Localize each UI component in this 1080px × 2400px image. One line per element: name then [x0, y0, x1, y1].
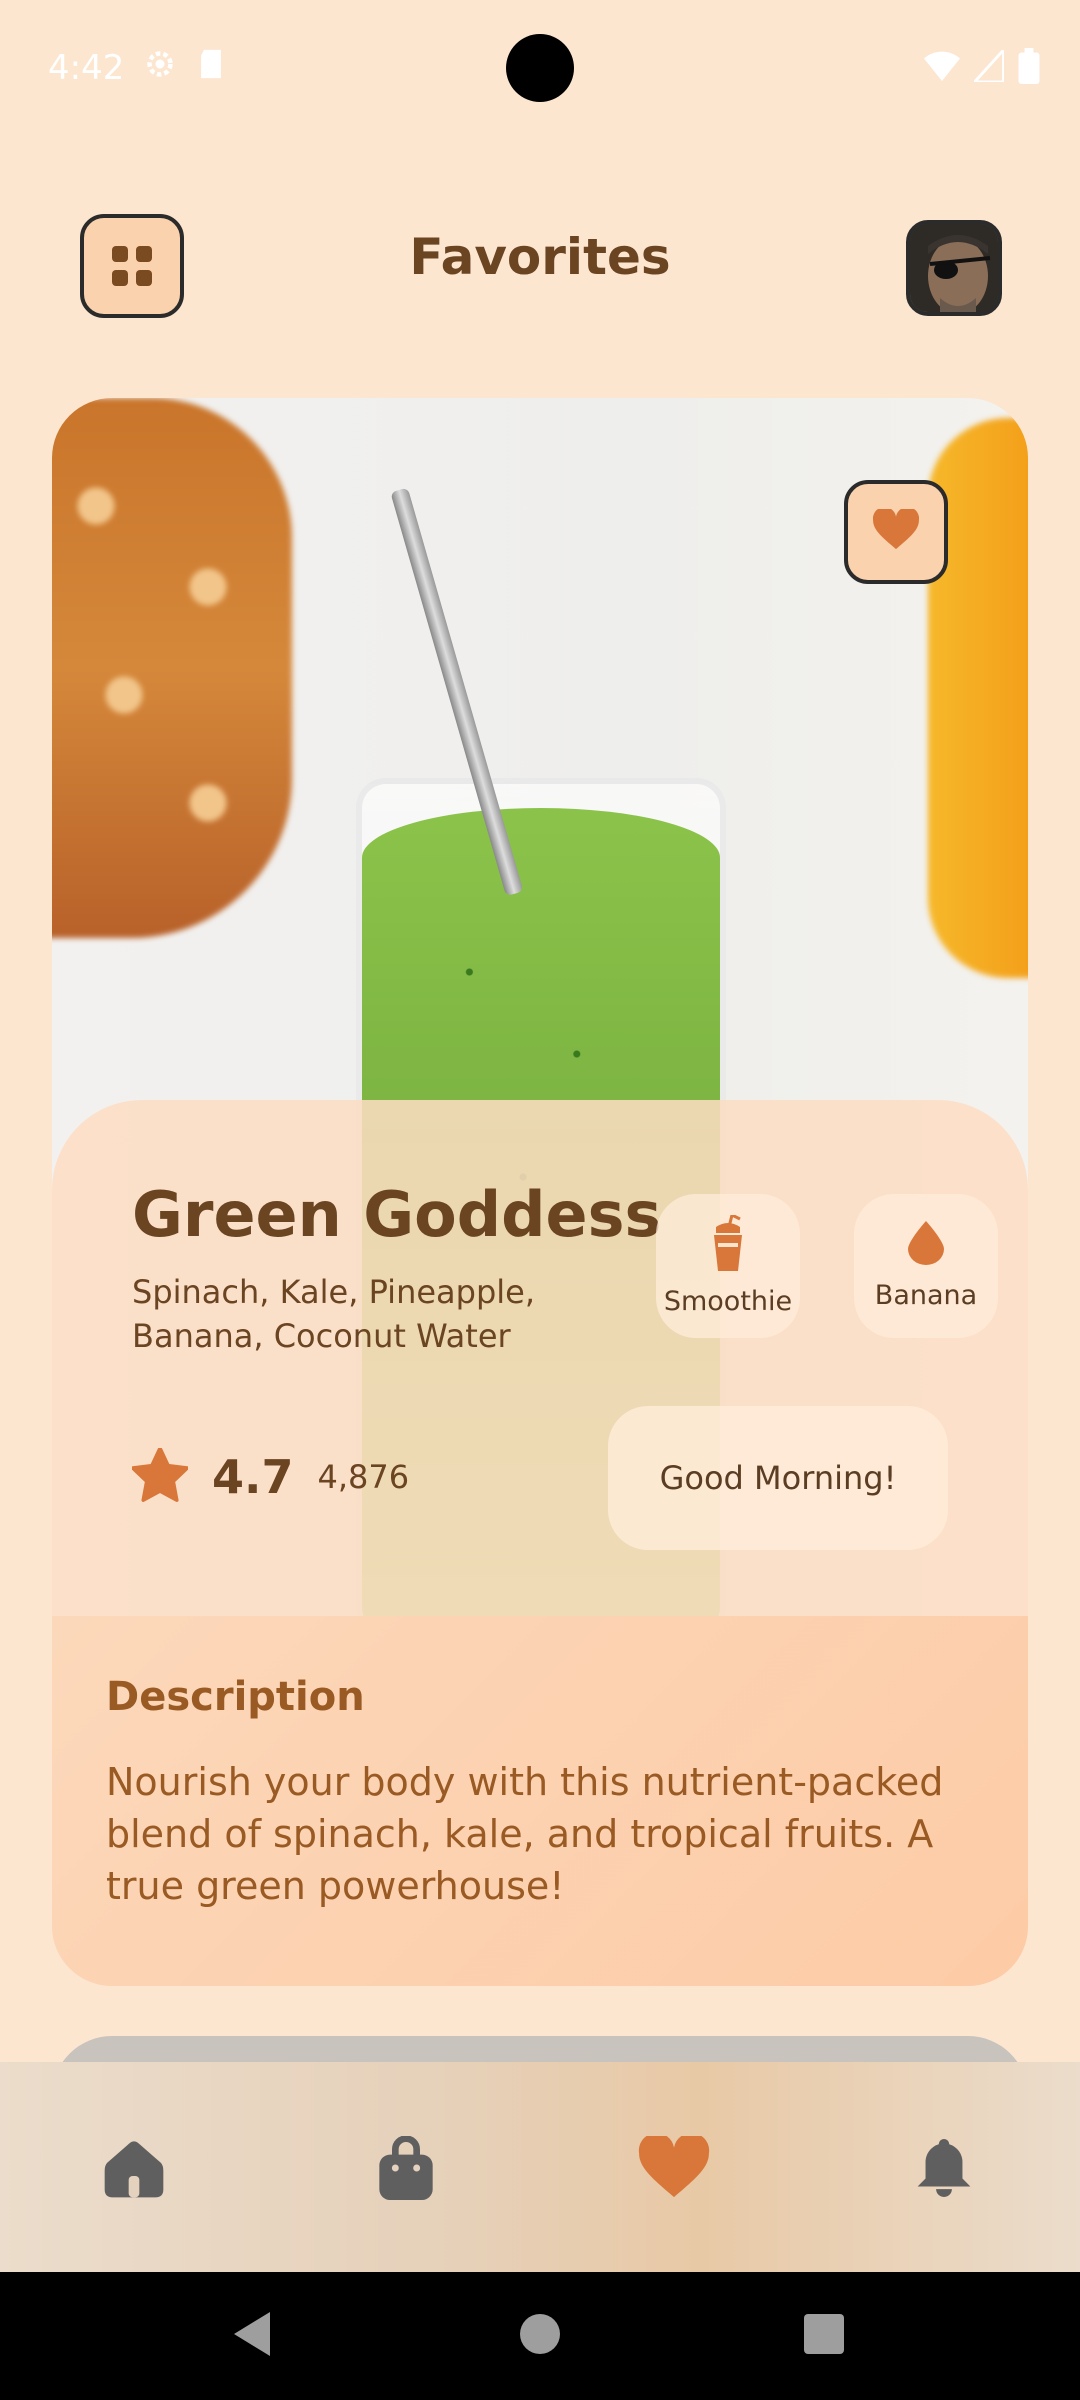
home-system-button[interactable]	[516, 2312, 564, 2360]
rating-value: 4.7	[212, 1450, 294, 1504]
battery-icon	[1018, 48, 1040, 93]
home-icon	[101, 2136, 167, 2204]
bottom-navigation	[0, 2062, 1080, 2272]
category-chip-banana[interactable]: Banana	[854, 1194, 998, 1338]
heart-icon	[638, 2132, 710, 2204]
back-icon	[234, 2312, 274, 2360]
camera-cutout	[506, 34, 574, 102]
chip-label: Smoothie	[663, 1286, 793, 1317]
rating-row: 4.7 4,876	[130, 1446, 410, 1506]
description-text: Nourish your body with this nutrient-pac…	[106, 1760, 944, 1908]
sd-card-icon	[196, 47, 226, 90]
bag-icon	[376, 2135, 436, 2204]
settings-icon	[142, 46, 178, 91]
back-button[interactable]	[230, 2312, 278, 2360]
system-navigation-bar	[0, 2272, 1080, 2400]
star-icon	[130, 1446, 190, 1506]
wifi-icon	[924, 50, 960, 91]
category-chip-smoothie[interactable]: Smoothie	[656, 1194, 800, 1338]
good-morning-button[interactable]: Good Morning!	[608, 1406, 948, 1550]
pineapple-decoration	[52, 398, 292, 938]
ingredients-text: Spinach, Kale, Pineapple, Banana, Coconu…	[132, 1273, 536, 1355]
circle-icon	[520, 2314, 560, 2358]
drink-info-panel: Green Goddess Spinach, Kale, Pineapple, …	[52, 1100, 1028, 1616]
description-panel: Description Nourish your body with this …	[52, 1616, 1028, 1986]
avatar[interactable]	[906, 220, 1002, 316]
nav-notifications[interactable]	[910, 2136, 978, 2204]
header: Favorites	[0, 214, 1080, 318]
heart-icon	[872, 506, 920, 555]
rating-count: 4,876	[317, 1458, 410, 1496]
drink-name: Green Goddess	[132, 1178, 662, 1251]
nav-shop[interactable]	[372, 2135, 440, 2204]
description-title: Description	[106, 1674, 365, 1720]
cup-icon	[708, 1213, 748, 1278]
nav-home[interactable]	[100, 2136, 168, 2204]
nav-favorites[interactable]	[638, 2132, 710, 2204]
drink-card[interactable]: Green Goddess Spinach, Kale, Pineapple, …	[52, 398, 1028, 1986]
chip-label: Banana	[874, 1280, 978, 1311]
square-icon	[804, 2314, 844, 2358]
status-time: 4:42	[48, 48, 125, 88]
favorite-button[interactable]	[844, 480, 948, 584]
signal-icon	[971, 46, 1005, 91]
status-bar: 4:42	[0, 0, 1080, 136]
drop-icon	[908, 1221, 944, 1272]
recents-button[interactable]	[800, 2312, 848, 2360]
bell-icon	[915, 2136, 973, 2204]
